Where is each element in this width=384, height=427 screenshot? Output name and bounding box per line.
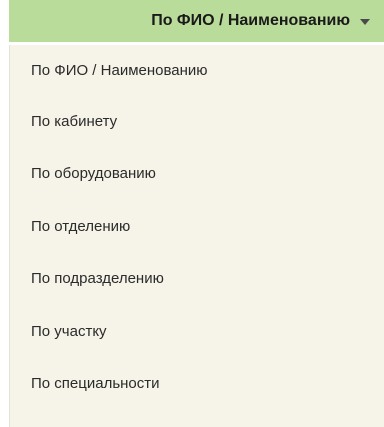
sort-dropdown-button[interactable]: По ФИО / Наименованию [9, 0, 384, 42]
menu-item-by-name[interactable]: По ФИО / Наименованию [10, 45, 384, 95]
menu-item-by-equipment[interactable]: По оборудованию [10, 148, 384, 201]
menu-item-by-department[interactable]: По отделению [10, 200, 384, 253]
menu-item-by-office[interactable]: По кабинету [10, 95, 384, 148]
dropdown-menu: По ФИО / Наименованию По кабинету По обо… [9, 45, 384, 427]
caret-down-icon [360, 18, 370, 25]
menu-item-by-district[interactable]: По участку [10, 305, 384, 358]
menu-item-by-specialty[interactable]: По специальности [10, 358, 384, 411]
menu-item-by-subdivision[interactable]: По подразделению [10, 253, 384, 306]
dropdown-selected-label: По ФИО / Наименованию [151, 12, 350, 29]
